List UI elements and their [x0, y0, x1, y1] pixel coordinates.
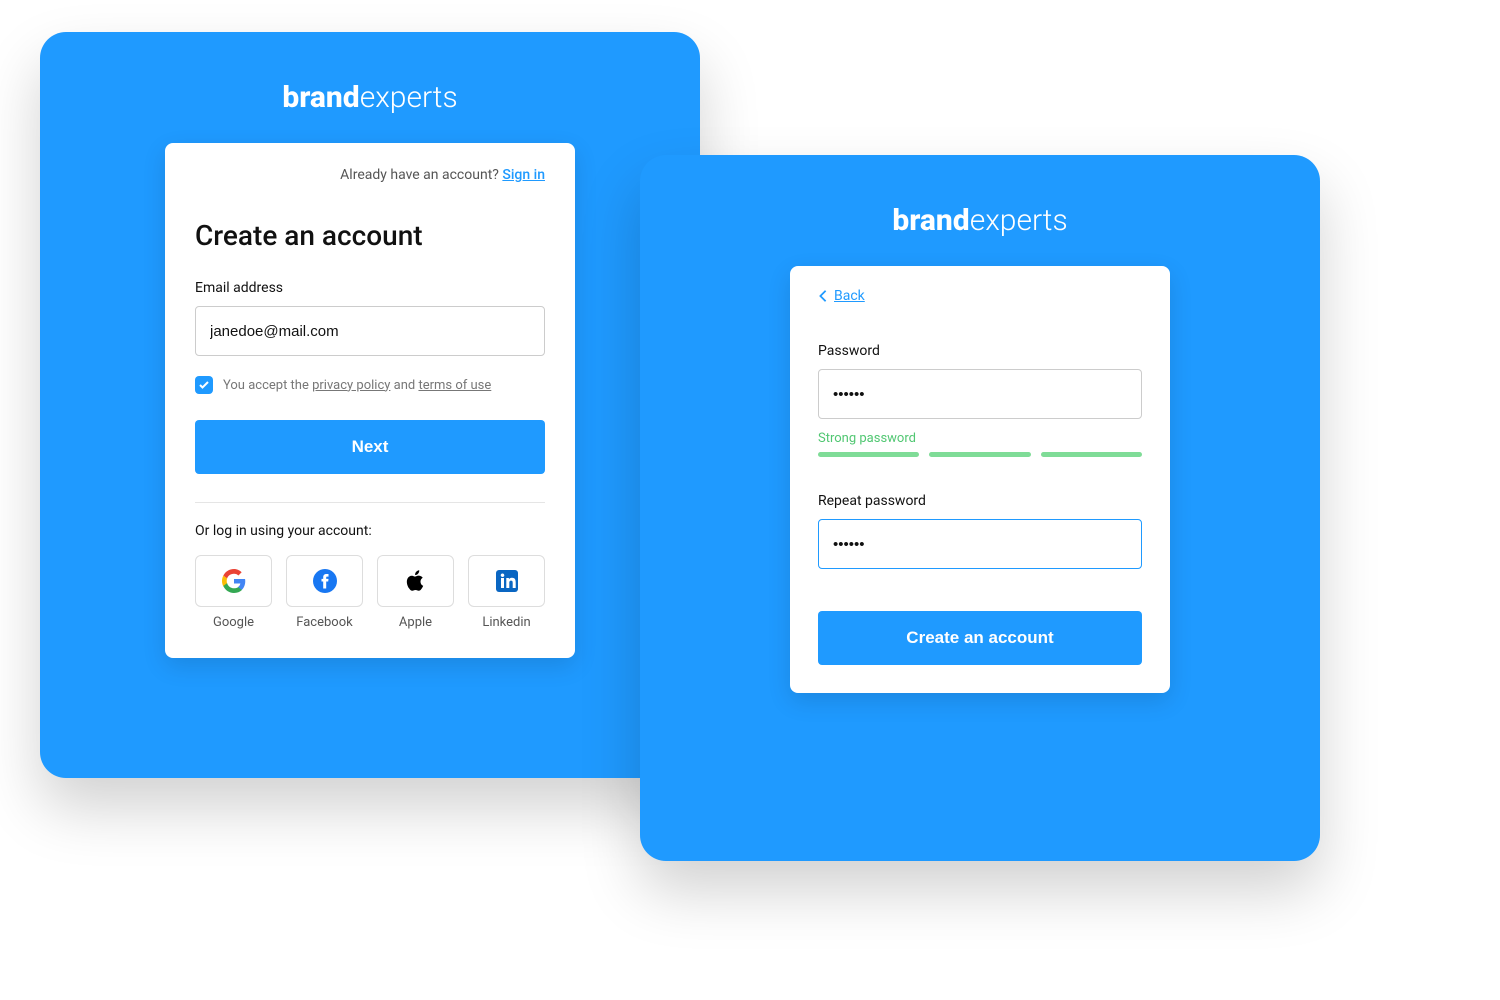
google-icon: [222, 569, 246, 593]
signup-panel-step2: brandexperts Back Password Strong passwo…: [640, 155, 1320, 861]
next-button[interactable]: Next: [195, 420, 545, 474]
strength-label: Strong password: [818, 431, 1142, 446]
linkedin-icon: [495, 569, 519, 593]
back-link[interactable]: Back: [818, 288, 865, 304]
email-label: Email address: [195, 280, 545, 296]
create-account-button[interactable]: Create an account: [818, 611, 1142, 665]
social-row: Google Facebook Apple: [195, 555, 545, 630]
google-button[interactable]: [195, 555, 272, 607]
already-have-text: Already have an account?: [340, 167, 499, 183]
password-field[interactable]: [818, 369, 1142, 419]
signup-panel-step1: brandexperts Already have an account? Si…: [40, 32, 700, 778]
brand-logo: brandexperts: [640, 203, 1320, 238]
password-card: Back Password Strong password Repeat pas…: [790, 266, 1170, 693]
signin-link[interactable]: Sign in: [502, 167, 545, 183]
email-field[interactable]: [195, 306, 545, 356]
signup-card: Already have an account? Sign in Create …: [165, 143, 575, 658]
terms-link[interactable]: terms of use: [418, 378, 491, 393]
strength-seg: [818, 452, 919, 457]
chevron-left-icon: [818, 289, 828, 303]
repeat-password-field[interactable]: [818, 519, 1142, 569]
password-label: Password: [818, 343, 1142, 359]
page-title: Create an account: [195, 219, 545, 252]
apple-label: Apple: [377, 615, 454, 630]
strength-seg: [1041, 452, 1142, 457]
google-label: Google: [195, 615, 272, 630]
linkedin-button[interactable]: [468, 555, 545, 607]
strength-meter: [818, 452, 1142, 457]
social-login-label: Or log in using your account:: [195, 523, 545, 539]
facebook-button[interactable]: [286, 555, 363, 607]
divider: [195, 502, 545, 503]
facebook-icon: [313, 569, 337, 593]
repeat-password-label: Repeat password: [818, 493, 1142, 509]
strength-seg: [929, 452, 1030, 457]
apple-icon: [404, 569, 428, 593]
terms-checkbox[interactable]: [195, 376, 213, 394]
top-line: Already have an account? Sign in: [195, 167, 545, 183]
linkedin-label: Linkedin: [468, 615, 545, 630]
facebook-label: Facebook: [286, 615, 363, 630]
apple-button[interactable]: [377, 555, 454, 607]
terms-row: You accept the privacy policy and terms …: [195, 376, 545, 394]
check-icon: [198, 379, 210, 391]
brand-logo: brandexperts: [40, 80, 700, 115]
privacy-link[interactable]: privacy policy: [312, 378, 390, 393]
